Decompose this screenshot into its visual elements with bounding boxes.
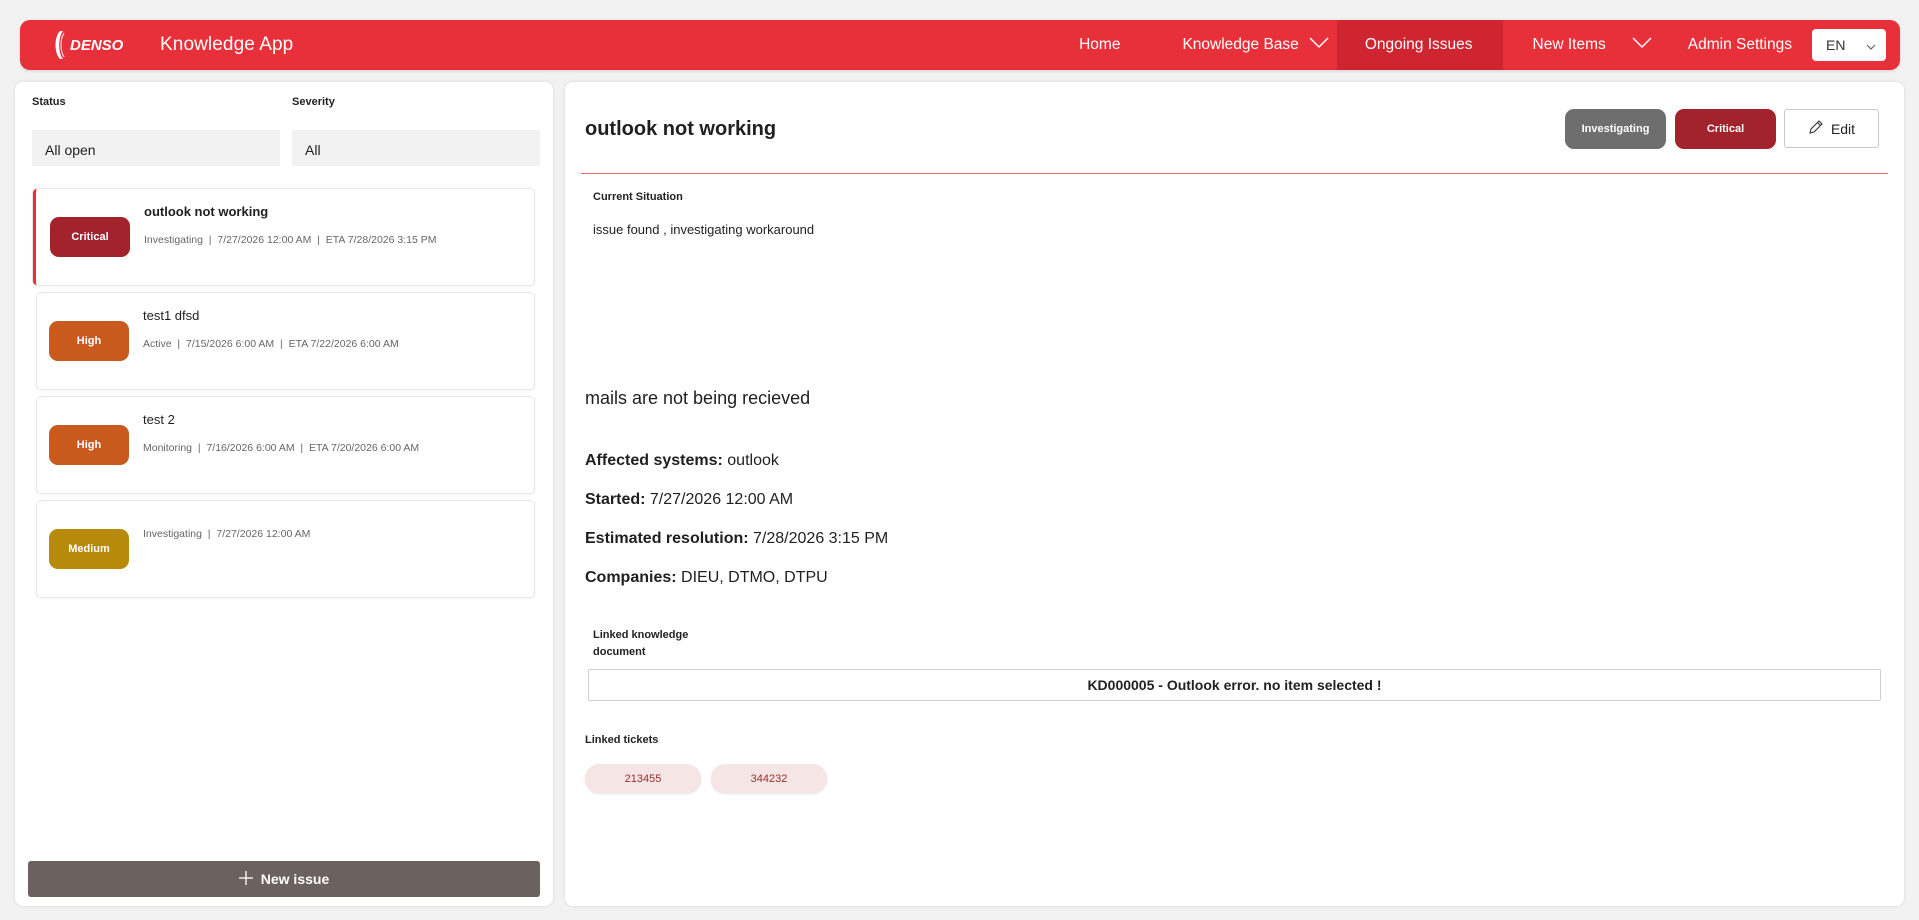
issue-meta: Active | 7/15/2026 6:00 AM | ETA 7/22/20…: [143, 338, 399, 350]
severity-pill: Critical: [1675, 109, 1776, 149]
issue-meta: Investigating | 7/27/2026 12:00 AM | ETA…: [144, 234, 437, 246]
severity-badge: Critical: [50, 217, 130, 257]
status-filter-select[interactable]: All open: [32, 130, 280, 166]
issue-card[interactable]: High test1 dfsd Active | 7/15/2026 6:00 …: [37, 293, 534, 389]
nav-ongoing-issues-label: Ongoing Issues: [1364, 36, 1473, 53]
issues-list-panel: Status Severity All open All Critical ou…: [15, 82, 553, 906]
affected-systems-row: Affected systems: outlook: [585, 452, 779, 470]
started-value: 7/27/2026 12:00 AM: [649, 491, 794, 508]
ticket-pill[interactable]: 344232: [711, 764, 827, 793]
issue-title: test1 dfsd: [143, 308, 200, 323]
new-issue-label: New issue: [260, 871, 330, 887]
companies-value: DIEU, DTMO, DTPU: [681, 569, 828, 586]
new-issue-button[interactable]: New issue: [28, 861, 540, 897]
denso-logo-mark: DENSO: [55, 31, 124, 59]
nav-knowledge-base[interactable]: Knowledge Base: [1160, 20, 1336, 70]
issue-card[interactable]: Medium Investigating | 7/27/2026 12:00 A…: [37, 501, 534, 597]
nav-admin-settings-label: Admin Settings: [1687, 36, 1792, 53]
affected-systems-label: Affected systems:: [585, 452, 723, 469]
issue-card[interactable]: Critical outlook not working Investigati…: [33, 189, 534, 285]
issue-eta: ETA 7/20/2026 6:00 AM: [309, 442, 420, 454]
affected-systems-value: outlook: [727, 452, 779, 469]
main-nav: Home Knowledge Base Ongoing Issues New I…: [1057, 20, 1900, 70]
linked-tickets-label: Linked tickets: [585, 734, 659, 746]
edit-button[interactable]: Edit: [1784, 109, 1879, 148]
chevron-down-icon: [1866, 37, 1876, 53]
estimated-resolution-value: 7/28/2026 3:15 PM: [753, 530, 889, 547]
issue-started: 7/15/2026 6:00 AM: [186, 338, 275, 350]
issue-status: Active: [143, 338, 172, 350]
severity-badge: High: [49, 321, 129, 361]
language-select[interactable]: EN: [1812, 29, 1886, 61]
issue-meta: Investigating | 7/27/2026 12:00 AM: [143, 528, 311, 540]
issue-detail-panel: outlook not working Investigating Critic…: [565, 82, 1904, 906]
started-label: Started:: [585, 491, 646, 508]
estimated-resolution-row: Estimated resolution: 7/28/2026 3:15 PM: [585, 530, 888, 548]
chevron-down-icon[interactable]: [1309, 36, 1329, 54]
header-divider: [581, 173, 1888, 174]
issue-title: test 2: [143, 412, 175, 427]
companies-row: Companies: DIEU, DTMO, DTPU: [585, 569, 828, 587]
severity-filter-label: Severity: [292, 96, 335, 108]
issue-detail-title: outlook not working: [585, 118, 777, 140]
linked-document-label-line1: Linked knowledge: [593, 629, 689, 641]
edit-label: Edit: [1830, 120, 1856, 137]
issue-status: Monitoring: [143, 442, 193, 454]
issue-started: 7/27/2026 12:00 AM: [216, 528, 311, 540]
nav-new-items[interactable]: New Items: [1503, 20, 1664, 70]
nav-home[interactable]: Home: [1057, 20, 1160, 70]
severity-filter-select[interactable]: All: [292, 130, 540, 166]
plus-icon: [238, 870, 253, 888]
issue-title: outlook not working: [144, 204, 269, 219]
ticket-pill[interactable]: 213455: [585, 764, 701, 793]
nav-new-items-label: New Items: [1532, 36, 1606, 53]
linked-document-label-line2: document: [593, 646, 646, 658]
issue-description: mails are not being recieved: [585, 388, 811, 408]
severity-badge: Medium: [49, 529, 129, 569]
issue-started: 7/16/2026 6:00 AM: [206, 442, 295, 454]
app-title: Knowledge App: [160, 34, 294, 55]
denso-logo[interactable]: DENSO: [50, 28, 140, 62]
language-value: EN: [1826, 37, 1846, 53]
current-situation-label: Current Situation: [593, 191, 683, 203]
pencil-icon: [1808, 119, 1824, 138]
issue-status: Investigating: [144, 234, 203, 246]
severity-badge: High: [49, 425, 129, 465]
linked-document-label: Linked knowledge document: [593, 627, 688, 661]
nav-knowledge-base-label: Knowledge Base: [1182, 36, 1299, 53]
status-filter-label: Status: [32, 96, 66, 108]
nav-admin-settings[interactable]: Admin Settings: [1664, 20, 1800, 70]
nav-home-label: Home: [1079, 36, 1121, 53]
top-navigation-bar: DENSO Knowledge App Home Knowledge Base …: [20, 20, 1900, 70]
issue-card[interactable]: High test 2 Monitoring | 7/16/2026 6:00 …: [37, 397, 534, 493]
issue-eta: ETA 7/28/2026 3:15 PM: [325, 234, 437, 246]
current-situation-text: issue found , investigating workaround: [593, 222, 815, 237]
issue-started: 7/27/2026 12:00 AM: [217, 234, 312, 246]
estimated-resolution-label: Estimated resolution:: [585, 530, 749, 547]
issue-status: Investigating: [143, 528, 202, 540]
chevron-down-icon[interactable]: [1632, 36, 1652, 54]
issue-meta: Monitoring | 7/16/2026 6:00 AM | ETA 7/2…: [143, 442, 420, 454]
issue-eta: ETA 7/22/2026 6:00 AM: [288, 338, 399, 350]
logo-text: DENSO: [70, 37, 124, 54]
linked-document-link[interactable]: KD000005 - Outlook error. no item select…: [588, 669, 1881, 701]
nav-ongoing-issues[interactable]: Ongoing Issues: [1336, 20, 1503, 70]
started-row: Started: 7/27/2026 12:00 AM: [585, 491, 793, 509]
companies-label: Companies:: [585, 569, 677, 586]
status-pill: Investigating: [1565, 109, 1666, 149]
